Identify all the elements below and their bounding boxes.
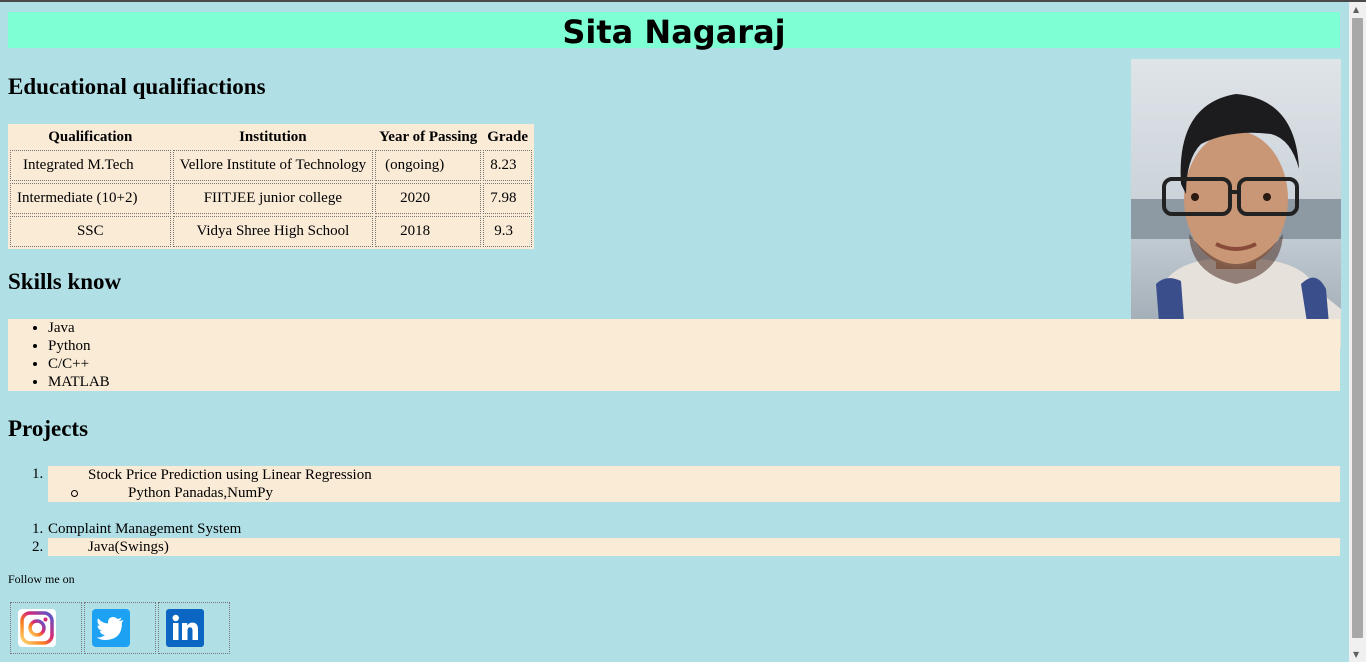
project-list-1: 1. Stock Price Prediction using Linear R… bbox=[8, 466, 1340, 502]
table-row: Integrated M.Tech Vellore Institute of T… bbox=[10, 150, 533, 181]
table-cell: 7.98 bbox=[483, 183, 533, 214]
table-header-row: Qualification Institution Year of Passin… bbox=[10, 126, 532, 148]
follow-label: Follow me on bbox=[8, 572, 75, 586]
project-list-2: 1. Complaint Management System 2. Java(S… bbox=[8, 520, 1340, 556]
list-item: 2. Java(Swings) bbox=[8, 538, 1340, 556]
list-item: 1. Stock Price Prediction using Linear R… bbox=[8, 466, 1340, 502]
skills-heading: Skills know bbox=[8, 269, 122, 294]
scroll-down-arrow-icon[interactable]: ▼ bbox=[1353, 650, 1359, 659]
projects-heading: Projects bbox=[8, 416, 89, 441]
vertical-scrollbar[interactable]: ▲ ▼ bbox=[1349, 2, 1366, 662]
education-heading: Educational qualifiactions bbox=[8, 74, 266, 99]
page: Sita Nagaraj Educational qualifiactions … bbox=[0, 2, 1349, 662]
table-cell: 9.3 bbox=[483, 216, 533, 247]
project-tech: Java(Swings) bbox=[48, 538, 1340, 556]
project-title: Complaint Management System bbox=[48, 521, 242, 537]
list-item: 1. Complaint Management System bbox=[8, 520, 1340, 538]
table-cell: Integrated M.Tech bbox=[10, 150, 171, 181]
scroll-up-arrow-icon[interactable]: ▲ bbox=[1353, 5, 1359, 14]
scrollbar-thumb[interactable] bbox=[1352, 18, 1363, 638]
project-title: Stock Price Prediction using Linear Regr… bbox=[88, 467, 372, 483]
table-cell: 2018 bbox=[375, 216, 482, 247]
table-cell: FIITJEE junior college bbox=[172, 183, 374, 214]
project-box: Stock Price Prediction using Linear Regr… bbox=[48, 466, 1340, 502]
list-number: 2. bbox=[32, 539, 44, 555]
table-cell: 2020 bbox=[375, 183, 482, 214]
column-header: Year of Passing bbox=[379, 128, 478, 145]
project-tech: Python Panadas,NumPy bbox=[48, 484, 1340, 502]
table-row: Intermediate (10+2) FIITJEE junior colle… bbox=[10, 183, 533, 214]
table-row: SSC Vidya Shree High School 2018 9.3 bbox=[10, 216, 533, 247]
list-item: Java bbox=[48, 319, 1340, 337]
page-title: Sita Nagaraj bbox=[8, 12, 1340, 51]
list-number: 1. bbox=[32, 521, 44, 537]
list-item: MATLAB bbox=[48, 373, 1340, 391]
linkedin-icon bbox=[166, 609, 204, 647]
instagram-link[interactable] bbox=[10, 602, 82, 654]
project-tech-label: Python Panadas,NumPy bbox=[128, 485, 274, 501]
list-number: 1. bbox=[32, 466, 44, 482]
table-cell: Vellore Institute of Technology bbox=[172, 150, 374, 181]
table-cell: Intermediate (10+2) bbox=[10, 183, 171, 214]
column-header: Institution bbox=[239, 128, 307, 145]
education-table: Qualification Institution Year of Passin… bbox=[8, 124, 535, 249]
skills-list: Java Python C/C++ MATLAB bbox=[8, 319, 1340, 391]
column-header: Qualification bbox=[48, 128, 133, 145]
twitter-icon bbox=[92, 609, 130, 647]
table-cell: SSC bbox=[10, 216, 171, 247]
list-item: C/C++ bbox=[48, 355, 1340, 373]
table-cell: 8.23 bbox=[483, 150, 533, 181]
column-header: Grade bbox=[487, 128, 529, 145]
list-item: Python bbox=[48, 337, 1340, 355]
table-cell: (ongoing) bbox=[375, 150, 482, 181]
circle-bullet-icon bbox=[71, 490, 78, 497]
twitter-link[interactable] bbox=[84, 602, 156, 654]
profile-photo bbox=[1131, 59, 1341, 348]
linkedin-link[interactable] bbox=[158, 602, 230, 654]
social-links bbox=[8, 600, 232, 656]
table-cell: Vidya Shree High School bbox=[172, 216, 374, 247]
instagram-icon bbox=[18, 609, 56, 647]
